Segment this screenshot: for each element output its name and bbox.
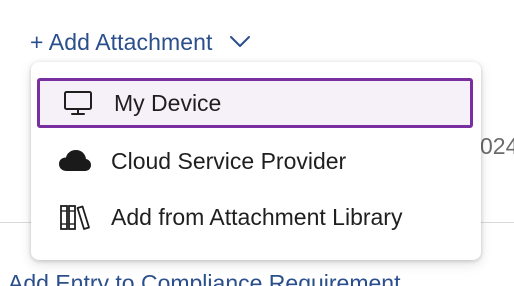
page: + Add Attachment 024 Add Entry to Compli… <box>0 0 514 286</box>
library-icon <box>57 203 93 231</box>
chevron-down-icon <box>229 35 251 49</box>
menu-item-cloud-service-provider[interactable]: Cloud Service Provider <box>37 136 473 186</box>
menu-item-attachment-library[interactable]: Add from Attachment Library <box>37 192 473 242</box>
add-attachment-button[interactable]: + Add Attachment <box>30 26 251 58</box>
menu-item-label: Add from Attachment Library <box>111 203 403 230</box>
background-link-partial[interactable]: Add Entry to Compliance Requirement <box>8 270 400 286</box>
menu-item-label: My Device <box>114 89 222 116</box>
menu-item-label: Cloud Service Provider <box>111 147 347 174</box>
menu-item-my-device[interactable]: My Device <box>37 78 473 128</box>
cloud-icon <box>57 149 93 173</box>
background-text-partial: 024 <box>480 133 514 159</box>
attachment-source-menu: My Device Cloud Service Provider Add fro… <box>31 62 481 260</box>
add-attachment-label: + Add Attachment <box>30 28 213 55</box>
monitor-icon <box>60 90 96 116</box>
